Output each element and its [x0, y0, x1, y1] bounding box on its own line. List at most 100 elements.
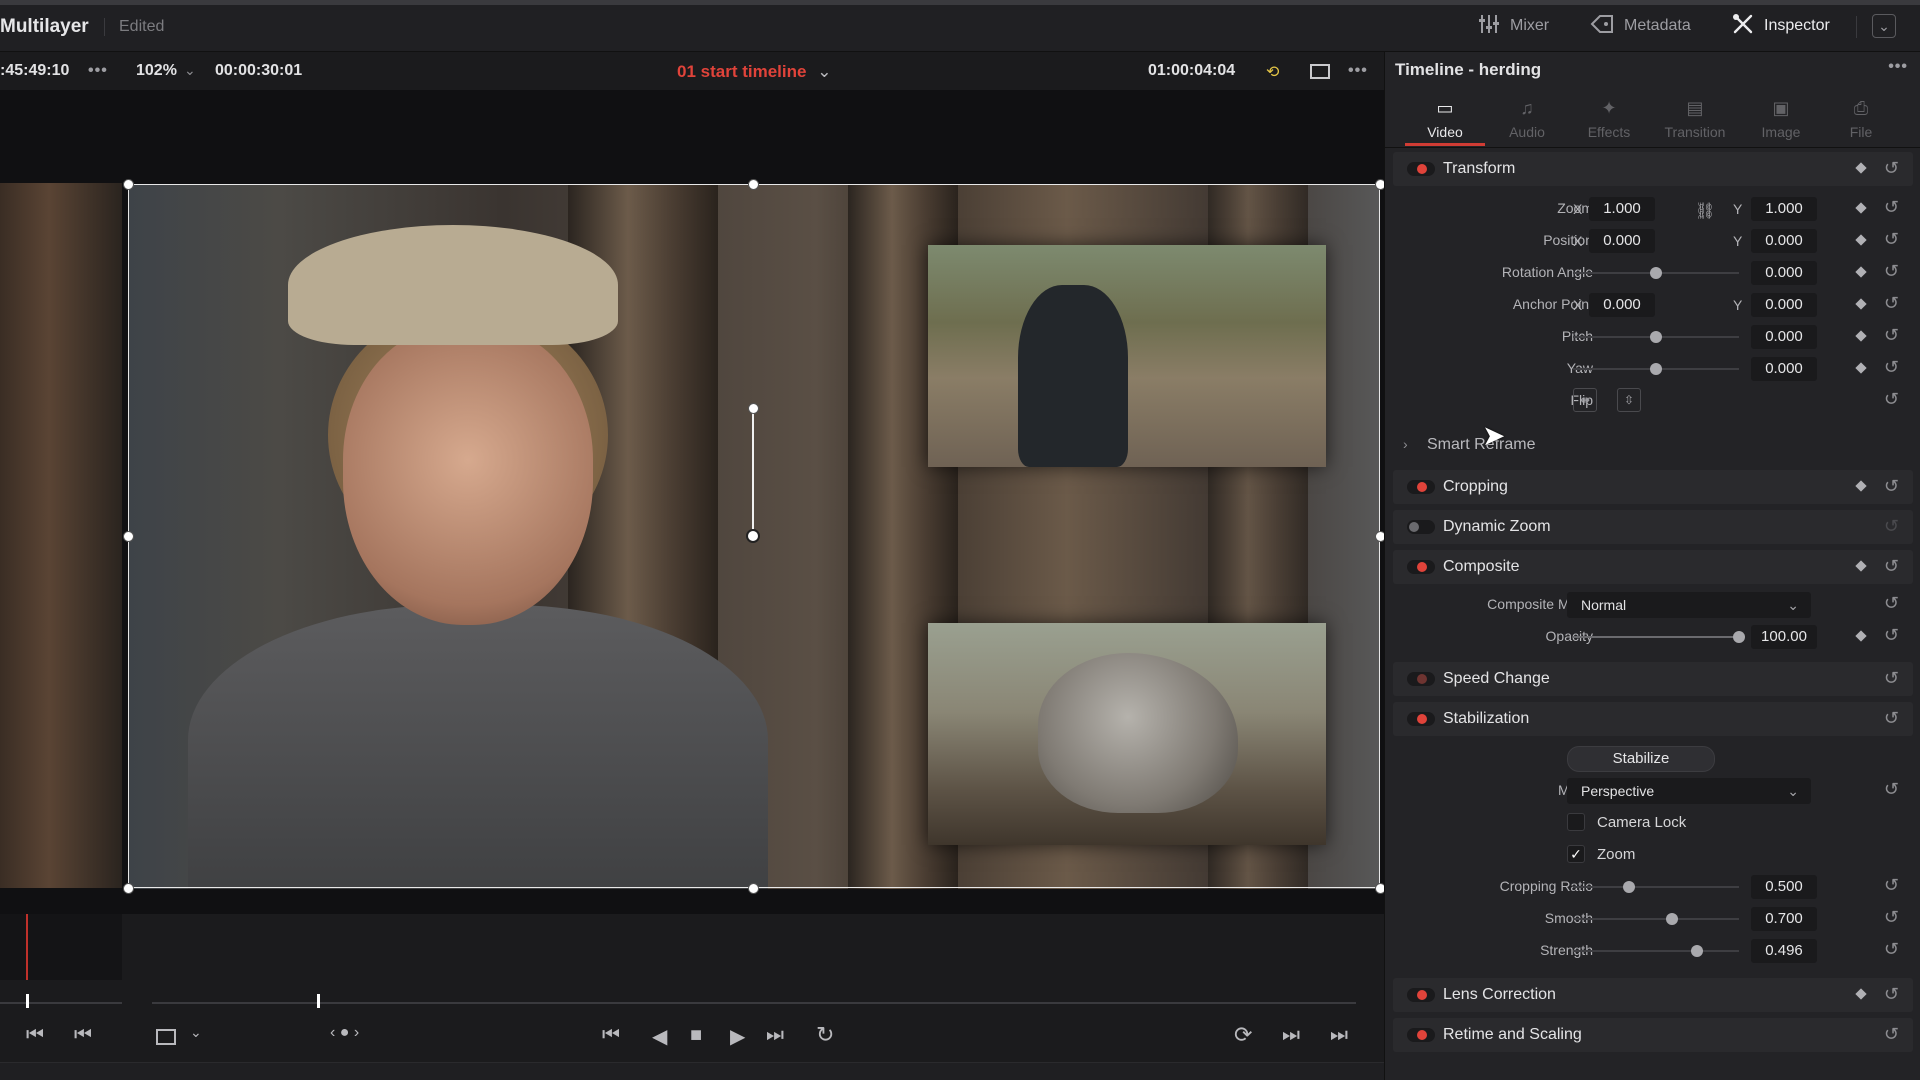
match-frame-icon[interactable]: ⟳ [1234, 1022, 1252, 1048]
corner-handle[interactable] [1375, 179, 1384, 190]
slider-knob[interactable] [1623, 881, 1635, 893]
slider-knob[interactable] [1733, 631, 1745, 643]
loop-icon[interactable]: ↻ [816, 1022, 834, 1048]
keyframe-diamond-icon[interactable] [1855, 162, 1867, 174]
retime-scaling-section-header[interactable]: Retime and Scaling ↺ [1393, 1018, 1913, 1052]
anchor-y-field[interactable]: 0.000 [1751, 293, 1817, 317]
reset-icon[interactable]: ↺ [1884, 907, 1899, 928]
opacity-field[interactable]: 100.00 [1751, 625, 1817, 649]
timeline-selector[interactable]: 01 start timeline ⌄ [677, 62, 831, 82]
slider-knob[interactable] [1650, 267, 1662, 279]
reset-icon[interactable]: ↺ [1884, 984, 1899, 1005]
reset-icon[interactable]: ↺ [1884, 939, 1899, 960]
edge-handle[interactable] [748, 883, 759, 894]
keyframe-navigator-icon[interactable]: ‹ ● › [330, 1024, 359, 1042]
metadata-button[interactable]: Metadata [1590, 14, 1691, 38]
reset-icon[interactable]: ↺ [1884, 516, 1899, 537]
slider-knob[interactable] [1691, 945, 1703, 957]
smart-reframe-section[interactable]: › Smart Reframe [1393, 432, 1913, 460]
corner-handle[interactable] [1375, 883, 1384, 894]
reset-icon[interactable]: ↺ [1884, 1024, 1899, 1045]
strength-slider[interactable] [1573, 945, 1739, 957]
inspector-more-icon[interactable]: ••• [1888, 58, 1908, 76]
reset-icon[interactable]: ↺ [1884, 779, 1899, 800]
composite-mode-dropdown[interactable]: Normal ⌄ [1567, 592, 1811, 618]
position-x-field[interactable]: 0.000 [1589, 229, 1655, 253]
reset-icon[interactable]: ↺ [1884, 668, 1899, 689]
zoom-checkbox[interactable]: ✓ [1567, 845, 1585, 863]
slider-knob[interactable] [1650, 363, 1662, 375]
flip-horizontal-icon[interactable]: ⇹ [1573, 388, 1597, 412]
edge-handle[interactable] [748, 179, 759, 190]
keyframe-diamond-icon[interactable] [1855, 298, 1867, 310]
mini-scrub-head[interactable] [26, 994, 29, 1008]
rewind-icon[interactable]: ⏮ [602, 1024, 620, 1047]
scrub-playhead[interactable] [317, 994, 320, 1008]
zoom-y-field[interactable]: 1.000 [1751, 197, 1817, 221]
reset-icon[interactable]: ↺ [1884, 625, 1899, 646]
anchor-point-handle[interactable] [746, 529, 760, 543]
cropping-ratio-slider[interactable] [1573, 881, 1739, 893]
anchor-x-field[interactable]: 0.000 [1589, 293, 1655, 317]
play-icon[interactable]: ▶ [730, 1024, 745, 1049]
stabilization-enable-toggle[interactable] [1407, 712, 1435, 726]
transform-section-header[interactable]: Transform ↺ [1393, 152, 1913, 186]
loop-sync-icon[interactable]: ⟲ [1266, 62, 1279, 82]
rotation-field[interactable]: 0.000 [1751, 261, 1817, 285]
reset-icon[interactable]: ↺ [1884, 261, 1899, 282]
reset-icon[interactable]: ↺ [1884, 229, 1899, 250]
viewer-mode-icon[interactable] [1310, 64, 1330, 79]
keyframe-diamond-icon[interactable] [1855, 330, 1867, 342]
transform-enable-toggle[interactable] [1407, 162, 1435, 176]
composite-section-header[interactable]: Composite ↺ [1393, 550, 1913, 584]
dynamic-zoom-enable-toggle[interactable] [1407, 520, 1435, 534]
yaw-slider[interactable] [1573, 363, 1739, 375]
tab-image[interactable]: ▣ Image [1741, 98, 1821, 140]
corner-handle[interactable] [123, 179, 134, 190]
strength-field[interactable]: 0.496 [1751, 939, 1817, 963]
dynamic-zoom-section-header[interactable]: Dynamic Zoom ↺ [1393, 510, 1913, 544]
camera-lock-checkbox[interactable] [1567, 813, 1585, 831]
reset-icon[interactable]: ↺ [1884, 556, 1899, 577]
tab-effects[interactable]: ✦ Effects [1569, 98, 1649, 140]
tab-video[interactable]: ▭ Video [1405, 98, 1485, 140]
keyframe-diamond-icon[interactable] [1855, 266, 1867, 278]
expand-chevron-icon[interactable]: ⌄ [1872, 14, 1896, 38]
flip-vertical-icon[interactable]: ⇳ [1617, 388, 1641, 412]
reset-icon[interactable]: ↺ [1884, 197, 1899, 218]
zoom-chevron-down-icon[interactable]: ⌄ [184, 62, 196, 79]
next-edit-icon[interactable]: ⏭ [1282, 1024, 1300, 1047]
tab-audio[interactable]: ♫ Audio [1487, 98, 1567, 140]
corner-handle[interactable] [123, 883, 134, 894]
keyframe-diamond-icon[interactable] [1855, 480, 1867, 492]
play-reverse-icon[interactable]: ◀ [652, 1024, 667, 1049]
composite-enable-toggle[interactable] [1407, 560, 1435, 574]
opacity-slider[interactable] [1573, 631, 1745, 643]
cropping-enable-toggle[interactable] [1407, 480, 1435, 494]
stabilization-section-header[interactable]: Stabilization ↺ [1393, 702, 1913, 736]
go-to-end-icon[interactable]: ⏭ [1330, 1024, 1348, 1047]
keyframe-diamond-icon[interactable] [1855, 362, 1867, 374]
lens-correction-enable-toggle[interactable] [1407, 988, 1435, 1002]
reset-icon[interactable]: ↺ [1884, 293, 1899, 314]
mini-playhead[interactable] [26, 914, 28, 980]
rotation-slider[interactable] [1573, 267, 1739, 279]
zoom-level[interactable]: 102% [136, 62, 177, 80]
cropping-section-header[interactable]: Cropping ↺ [1393, 470, 1913, 504]
previous-edit-icon[interactable]: ⏮ [74, 1024, 92, 1047]
smooth-field[interactable]: 0.700 [1751, 907, 1817, 931]
yaw-field[interactable]: 0.000 [1751, 357, 1817, 381]
frame-chevron-icon[interactable]: ⌄ [190, 1024, 202, 1041]
reset-icon[interactable]: ↺ [1884, 357, 1899, 378]
position-y-field[interactable]: 0.000 [1751, 229, 1817, 253]
keyframe-diamond-icon[interactable] [1855, 234, 1867, 246]
pitch-field[interactable]: 0.000 [1751, 325, 1817, 349]
reset-icon[interactable]: ↺ [1884, 389, 1899, 410]
reset-icon[interactable]: ↺ [1884, 476, 1899, 497]
keyframe-diamond-icon[interactable] [1855, 630, 1867, 642]
zoom-x-field[interactable]: 1.000 [1589, 197, 1655, 221]
keyframe-diamond-icon[interactable] [1855, 560, 1867, 572]
smooth-slider[interactable] [1573, 913, 1739, 925]
edge-handle[interactable] [123, 531, 134, 542]
crop-frame-icon[interactable] [156, 1029, 176, 1045]
